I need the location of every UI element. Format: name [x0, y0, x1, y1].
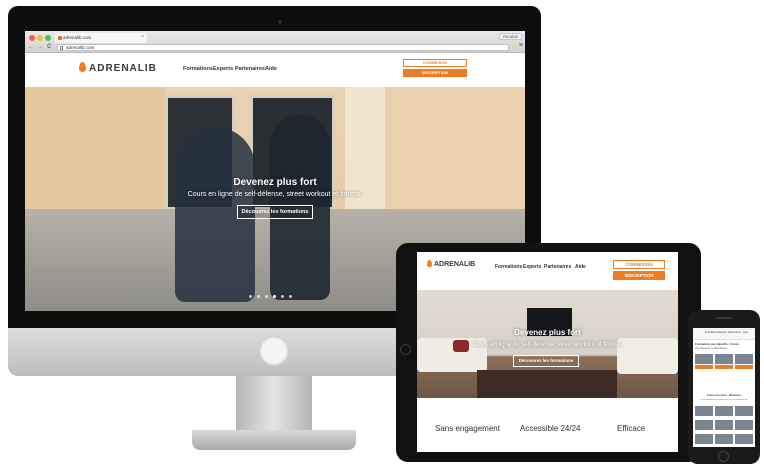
- course-card[interactable]: [695, 406, 713, 416]
- carousel-dot[interactable]: [249, 295, 252, 298]
- course-card-label: [735, 365, 753, 369]
- course-card[interactable]: [735, 420, 753, 430]
- back-button[interactable]: ←: [28, 43, 34, 51]
- tablet-site-logo[interactable]: ADRENALIB: [427, 260, 475, 268]
- phone-nav-experts[interactable]: Experts: [718, 331, 726, 334]
- site-logo[interactable]: ADRENALIB: [79, 62, 157, 74]
- phone-home-button-icon: [718, 451, 729, 462]
- course-card[interactable]: [735, 434, 753, 444]
- inscription-button[interactable]: INSCRIPTION: [403, 69, 467, 77]
- browser-tab[interactable]: adrenalib.com ×: [55, 33, 147, 43]
- discover-formations-button[interactable]: Découvrez les formations: [237, 205, 313, 219]
- reload-button[interactable]: C: [47, 43, 51, 51]
- flame-icon: [427, 260, 432, 267]
- imac-stand: [236, 376, 312, 432]
- feature-efficace: Efficace: [617, 424, 646, 433]
- connexion-button[interactable]: CONNEXION: [403, 59, 467, 67]
- url-text: adrenalib.com: [66, 45, 95, 50]
- nav-partenaires[interactable]: Partenaires: [235, 66, 265, 72]
- tablet-nav-experts[interactable]: Experts: [523, 264, 541, 270]
- profile-button[interactable]: Nicolas: [499, 33, 522, 40]
- close-window-button[interactable]: [29, 35, 35, 41]
- browser-toolbar: adrenalib.com × Nicolas ← → C adrenalib.…: [25, 31, 525, 53]
- maximize-window-button[interactable]: [45, 35, 51, 41]
- phone-screen: Formations Experts Partenaires Aide Form…: [693, 328, 755, 447]
- feature-sans-engagement: Sans engagement: [435, 424, 500, 433]
- tablet-connexion-button[interactable]: CONNEXION: [613, 260, 665, 269]
- home-button-icon: [400, 344, 411, 355]
- course-card[interactable]: [735, 406, 753, 416]
- favicon-icon: [58, 36, 62, 40]
- carousel-dot-active[interactable]: [273, 295, 276, 298]
- site-header: ADRENALIB Formations Experts Partenaires…: [25, 53, 525, 87]
- address-bar[interactable]: adrenalib.com: [57, 44, 509, 51]
- apple-logo-icon: [259, 336, 289, 366]
- phone-nav-formations[interactable]: Formations: [705, 331, 718, 334]
- course-card[interactable]: [695, 434, 713, 444]
- hero-rug: [477, 370, 617, 398]
- phone-subtitle: Pour atteindre un objectif avec: [695, 347, 728, 350]
- tablet-hero: Devenez plus fort Cours en ligne de self…: [417, 290, 678, 398]
- camera-icon: [278, 20, 282, 24]
- browser-menu-icon[interactable]: ≡: [519, 42, 523, 49]
- course-card[interactable]: [715, 434, 733, 444]
- course-card-label: [715, 365, 733, 369]
- forward-button[interactable]: →: [37, 43, 43, 51]
- tablet-discover-button[interactable]: Découvrez les formations: [513, 355, 579, 367]
- feature-accessible: Accessible 24/24: [520, 424, 581, 433]
- tablet-device: ADRENALIB Formations Experts Partenaires…: [396, 243, 701, 462]
- phone-nav-aide[interactable]: Aide: [743, 331, 748, 334]
- tablet-screen: ADRENALIB Formations Experts Partenaires…: [417, 252, 678, 452]
- flame-icon: [79, 62, 86, 72]
- carousel-dot[interactable]: [289, 295, 292, 298]
- course-card[interactable]: [715, 420, 733, 430]
- phone-device: Formations Experts Partenaires Aide Form…: [688, 310, 760, 464]
- minimize-window-button[interactable]: [37, 35, 43, 41]
- tablet-nav-partenaires[interactable]: Partenaires: [544, 264, 571, 270]
- phone-section-title: Cours à la carte - 39 heures: [707, 394, 741, 397]
- course-card[interactable]: [695, 354, 713, 364]
- hero-subtitle: Cours en ligne de self-défense, street w…: [187, 191, 363, 198]
- bookmark-star-icon[interactable]: ☆: [511, 42, 517, 50]
- phone-site-header: Formations Experts Partenaires Aide: [693, 328, 755, 340]
- imac-foot: [192, 430, 356, 450]
- course-card-label: [695, 365, 713, 369]
- tablet-nav-aide[interactable]: Aide: [575, 264, 586, 270]
- phone-nav-partenaires[interactable]: Partenaires: [728, 331, 741, 334]
- tablet-nav-formations[interactable]: Formations: [495, 264, 522, 270]
- carousel-dot[interactable]: [257, 295, 260, 298]
- course-card[interactable]: [735, 354, 753, 364]
- hero-title: Devenez plus fort: [233, 177, 317, 188]
- course-card[interactable]: [715, 354, 733, 364]
- nav-formations[interactable]: Formations: [183, 66, 213, 72]
- speaker-icon: [716, 317, 732, 319]
- tab-title: adrenalib.com: [63, 35, 92, 40]
- tablet-hero-title: Devenez plus fort: [514, 328, 581, 337]
- tab-close-icon[interactable]: ×: [141, 34, 144, 40]
- tablet-site-header: ADRENALIB Formations Experts Partenaires…: [417, 252, 678, 290]
- course-card[interactable]: [695, 420, 713, 430]
- phone-section-subtitle: Pour améliorer le travail avec un ou plu…: [700, 399, 748, 401]
- tablet-hero-subtitle: Cours en ligne de self-défense, street w…: [472, 342, 623, 348]
- course-card[interactable]: [715, 406, 733, 416]
- page-icon: [60, 46, 63, 50]
- carousel-dot[interactable]: [281, 295, 284, 298]
- tablet-inscription-button[interactable]: INSCRIPTION: [613, 271, 665, 280]
- carousel-dot[interactable]: [265, 295, 268, 298]
- nav-experts[interactable]: Experts: [213, 66, 233, 72]
- carousel-dots: [235, 295, 315, 299]
- phone-title: Formations par objectifs - 3 mois: [695, 342, 739, 346]
- nav-aide[interactable]: Aide: [265, 66, 277, 72]
